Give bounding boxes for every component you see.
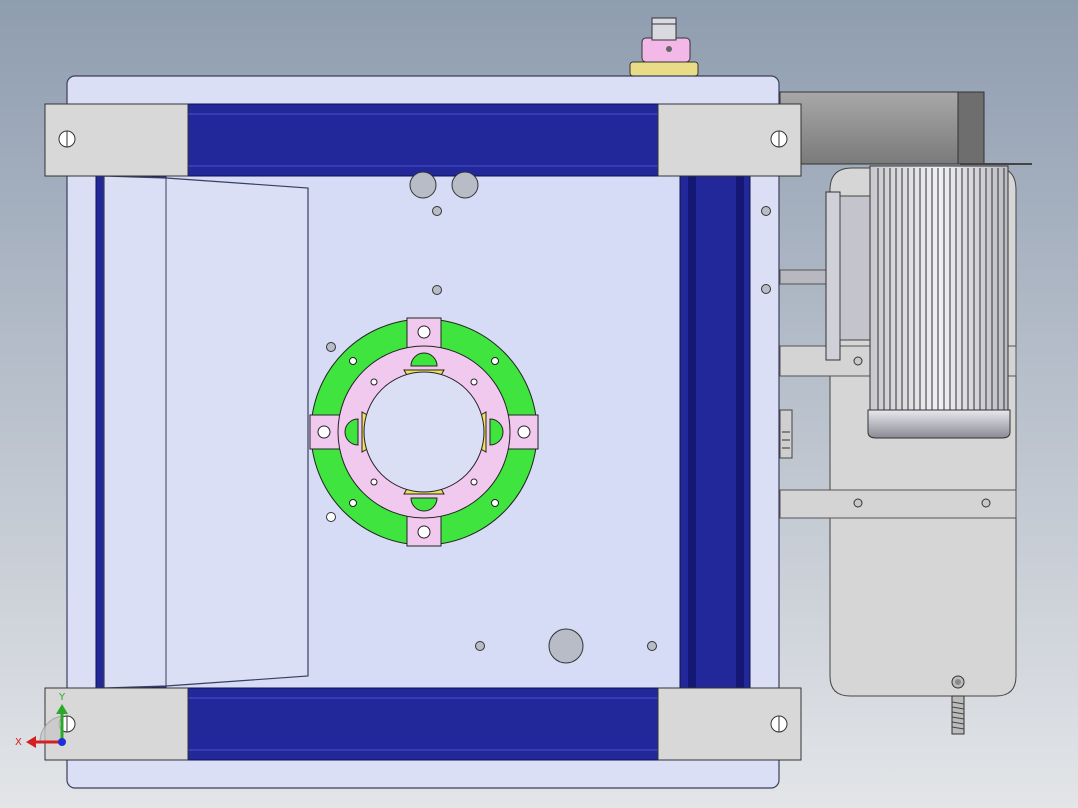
mounting-hole <box>409 171 437 199</box>
corner-bracket-top-right <box>657 103 802 177</box>
mount-hole <box>981 498 991 508</box>
mounting-hole <box>647 641 657 651</box>
guard-panel[interactable] <box>103 175 309 689</box>
mounting-hole <box>432 285 442 295</box>
side-bracket <box>779 409 793 459</box>
mounting-hole <box>326 512 336 522</box>
mounting-hole <box>326 342 336 352</box>
motor-end-cap <box>867 409 1011 439</box>
right-vertical-beam <box>679 171 751 693</box>
mounting-hole <box>761 206 771 216</box>
motor-support-arm <box>779 91 985 165</box>
motor-support-arm-end <box>957 91 985 165</box>
corner-bracket-bottom-left <box>44 687 189 761</box>
corner-bracket-top-left <box>44 103 189 177</box>
z-axis-dot <box>58 738 66 746</box>
motor-body <box>869 165 1009 413</box>
mounting-hole <box>451 171 479 199</box>
mounting-hole <box>761 284 771 294</box>
motor-mount-strip-lower <box>779 489 1017 519</box>
mount-hole <box>853 498 863 508</box>
cad-drawing: Y X <box>0 0 1078 808</box>
x-axis-label: X <box>15 737 22 748</box>
motor-shaft <box>779 269 827 285</box>
mounting-hole <box>432 206 442 216</box>
rotary-ring-assembly[interactable] <box>309 317 539 547</box>
center-bore <box>363 371 485 493</box>
large-hole <box>548 628 584 664</box>
mount-hole <box>853 356 863 366</box>
mounting-hole <box>475 641 485 651</box>
cad-viewport[interactable]: Y X <box>0 0 1078 808</box>
bottom-horizontal-beam <box>185 687 661 761</box>
coupling-flange <box>825 191 841 361</box>
y-axis-label: Y <box>58 692 66 703</box>
corner-bracket-bottom-right <box>657 687 802 761</box>
top-horizontal-beam <box>185 103 661 177</box>
